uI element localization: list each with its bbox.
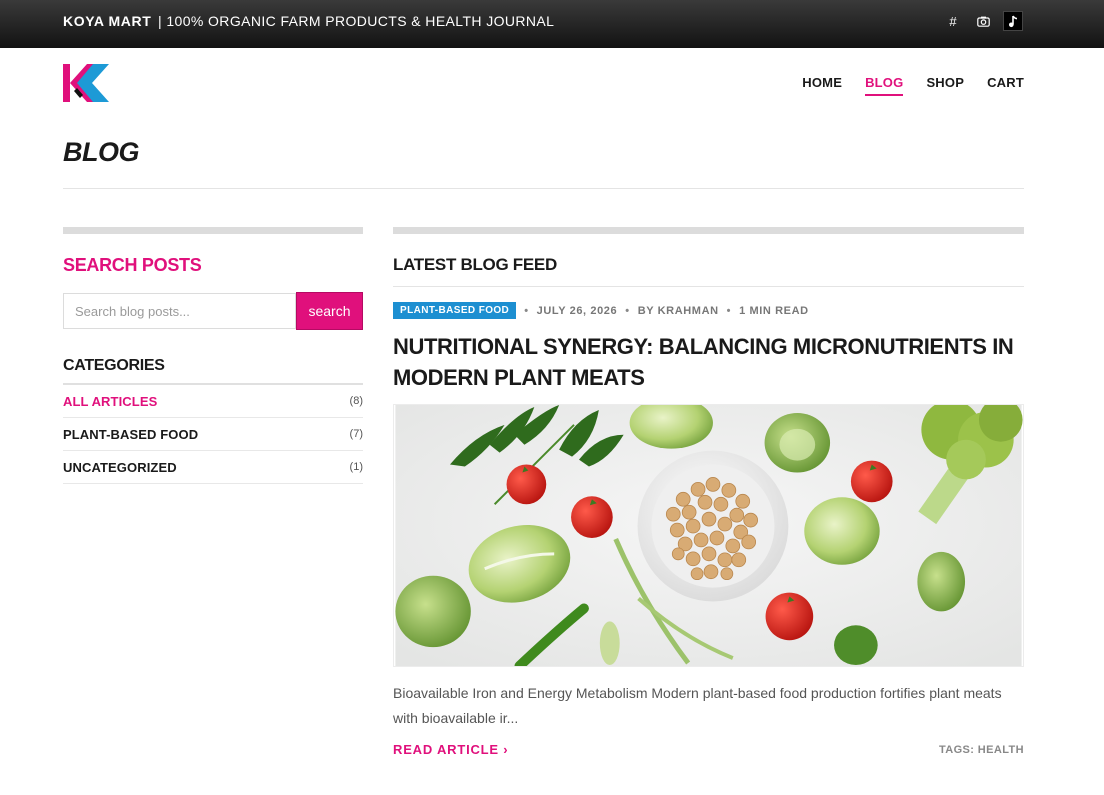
search-form: search [63,292,363,330]
nav-cart[interactable]: CART [987,75,1024,96]
blog-post: PLANT-BASED FOOD • JULY 26, 2026 • BY KR… [393,302,1024,757]
post-meta: PLANT-BASED FOOD • JULY 26, 2026 • BY KR… [393,302,1024,319]
category-label: PLANT-BASED FOOD [63,426,199,442]
search-heading: SEARCH POSTS [63,255,202,275]
category-count: (7) [349,428,363,440]
category-uncategorized[interactable]: UNCATEGORIZED (1) [63,451,363,484]
categories-heading: CATEGORIES [63,357,363,385]
feed-top-rule [393,227,1024,234]
post-excerpt: Bioavailable Iron and Energy Metabolism … [393,685,1002,726]
main-nav: HOME BLOG SHOP CART [802,75,1024,96]
nav-shop[interactable]: SHOP [926,75,964,96]
category-label: UNCATEGORIZED [63,459,177,475]
search-input[interactable] [63,293,296,329]
top-bar-tagline: | 100% ORGANIC FARM PRODUCTS & HEALTH JO… [158,13,555,29]
feed-heading: LATEST BLOG FEED [393,255,1024,287]
post-tags[interactable]: TAGS: HEALTH [939,744,1024,756]
sidebar-top-rule [63,227,363,234]
nav-blog[interactable]: BLOG [865,75,904,96]
social-icons: # [943,11,1023,31]
hashtag-icon[interactable]: # [943,11,963,31]
post-author[interactable]: BY KRAHMAN [638,305,719,317]
category-count: (8) [349,395,363,407]
post-title[interactable]: NUTRITIONAL SYNERGY: BALANCING MICRONUTR… [393,331,1024,393]
category-count: (1) [349,461,363,473]
title-divider [63,188,1024,189]
top-bar: KOYA MART | 100% ORGANIC FARM PRODUCTS &… [0,0,1104,48]
category-badge[interactable]: PLANT-BASED FOOD [393,302,517,319]
post-read-time: 1 MIN READ [739,304,809,317]
blog-feed: LATEST BLOG FEED PLANT-BASED FOOD • JULY… [393,227,1024,757]
camera-icon[interactable] [973,11,993,31]
category-label: ALL ARTICLES [63,393,158,409]
top-bar-brand: KOYA MART [63,13,152,29]
read-article-link[interactable]: READ ARTICLE › [393,742,508,757]
category-all-articles[interactable]: ALL ARTICLES (8) [63,385,363,418]
music-note-icon[interactable] [1003,11,1023,31]
site-logo[interactable] [63,64,109,102]
page-title: BLOG [63,137,140,167]
sidebar: SEARCH POSTS search CATEGORIES ALL ARTIC… [63,227,363,484]
nav-home[interactable]: HOME [802,75,842,96]
search-button[interactable]: search [296,292,363,330]
post-hero-image[interactable] [393,404,1024,667]
post-footer: READ ARTICLE › TAGS: HEALTH [393,742,1024,757]
post-date: JULY 26, 2026 [536,304,618,317]
category-plant-based-food[interactable]: PLANT-BASED FOOD (7) [63,418,363,451]
